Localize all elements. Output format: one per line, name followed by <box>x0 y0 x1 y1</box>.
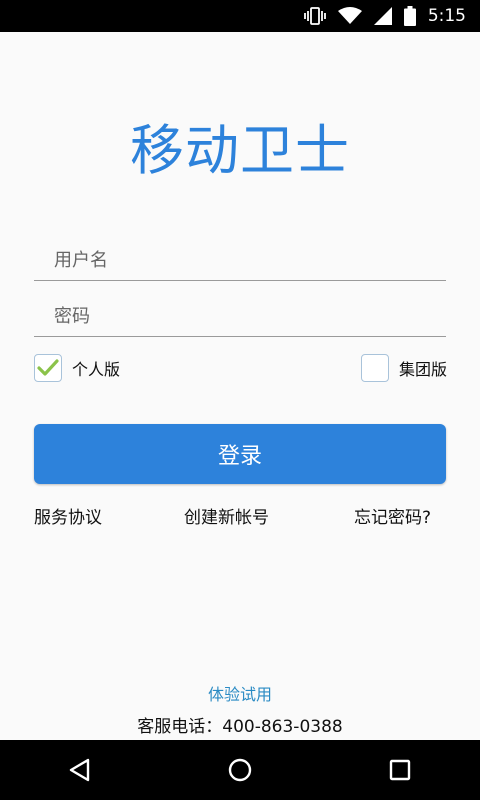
personal-edition-checkbox[interactable] <box>34 354 62 382</box>
password-field-container <box>34 296 446 337</box>
status-time: 5:15 <box>427 6 466 26</box>
battery-icon <box>403 6 416 26</box>
group-edition-checkbox[interactable] <box>361 354 389 382</box>
recents-button[interactable] <box>370 740 430 800</box>
personal-edition-label: 个人版 <box>72 360 121 379</box>
wifi-icon <box>337 7 362 25</box>
vibrate-icon <box>303 7 326 25</box>
home-icon <box>228 758 252 782</box>
service-agreement-link[interactable]: 服务协议 <box>34 503 102 528</box>
create-account-link[interactable]: 创建新帐号 <box>184 503 269 528</box>
trial-link[interactable]: 体验试用 <box>0 681 480 705</box>
back-icon <box>69 758 90 782</box>
navigation-bar <box>0 740 480 800</box>
home-button[interactable] <box>210 740 270 800</box>
password-input[interactable] <box>34 296 446 336</box>
app-title: 移动卫士 <box>130 119 350 182</box>
username-field-container <box>34 240 446 281</box>
login-button[interactable]: 登录 <box>34 424 446 484</box>
personal-edition-option[interactable]: 个人版 <box>34 354 120 382</box>
username-input[interactable] <box>34 240 446 280</box>
signal-icon <box>373 7 392 25</box>
status-bar: 5:15 <box>0 0 480 32</box>
recents-icon <box>389 759 411 781</box>
checkmark-icon <box>37 359 59 376</box>
group-edition-label: 集团版 <box>399 360 448 379</box>
back-button[interactable] <box>50 740 110 800</box>
service-phone: 客服电话：400-863-0388 <box>137 717 343 737</box>
group-edition-option[interactable]: 集团版 <box>361 354 447 382</box>
forgot-password-link[interactable]: 忘记密码? <box>354 503 431 528</box>
